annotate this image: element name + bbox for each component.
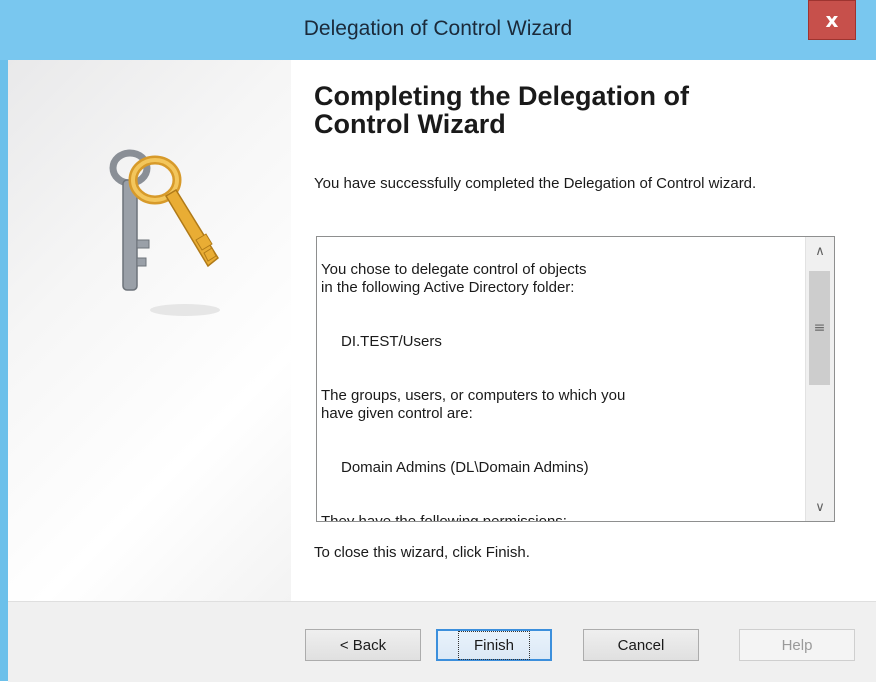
grip-icon: ≡ (813, 320, 826, 336)
summary-permissions-intro: They have the following permissions: (321, 513, 567, 522)
wizard-content: Completing the Delegation of Control Wiz… (314, 81, 834, 192)
summary-scrollbar[interactable]: ∧ ≡ ∨ (805, 237, 834, 521)
wizard-side-panel (8, 60, 291, 601)
wizard-client-area: Completing the Delegation of Control Wiz… (8, 60, 876, 682)
help-button[interactable]: Help (739, 629, 855, 661)
scroll-thumb[interactable]: ≡ (809, 271, 830, 385)
completion-description: You have successfully completed the Dele… (314, 175, 757, 192)
close-hint-text: To close this wizard, click Finish. (314, 544, 530, 561)
chevron-down-icon[interactable]: ∨ (806, 493, 834, 521)
summary-group: Domain Admins (DL\Domain Admins) (341, 459, 589, 476)
keys-icon (109, 149, 220, 316)
chevron-up-icon[interactable]: ∧ (806, 237, 834, 265)
page-title: Completing the Delegation of Control Wiz… (314, 81, 689, 139)
back-button[interactable]: < Back (305, 629, 421, 661)
finish-button[interactable]: Finish (436, 629, 552, 661)
summary-folder-intro: You chose to delegate control of objects… (321, 261, 587, 296)
wizard-window: Delegation of Control Wizard x Completin… (0, 0, 876, 682)
summary-text: You chose to delegate control of objects… (321, 243, 791, 522)
summary-folder: DI.TEST/Users (341, 333, 442, 350)
window-title: Delegation of Control Wizard (303, 17, 573, 40)
summary-groups-intro: The groups, users, or computers to which… (321, 387, 626, 422)
close-icon: x (825, 8, 839, 32)
close-button[interactable]: x (808, 0, 856, 40)
title-bar[interactable]: Delegation of Control Wizard x (0, 0, 876, 60)
summary-textbox[interactable]: You chose to delegate control of objects… (316, 236, 835, 522)
finish-button-label: Finish (457, 630, 531, 660)
button-bar: < Back Finish Cancel Help (8, 601, 876, 682)
cancel-button[interactable]: Cancel (583, 629, 699, 661)
